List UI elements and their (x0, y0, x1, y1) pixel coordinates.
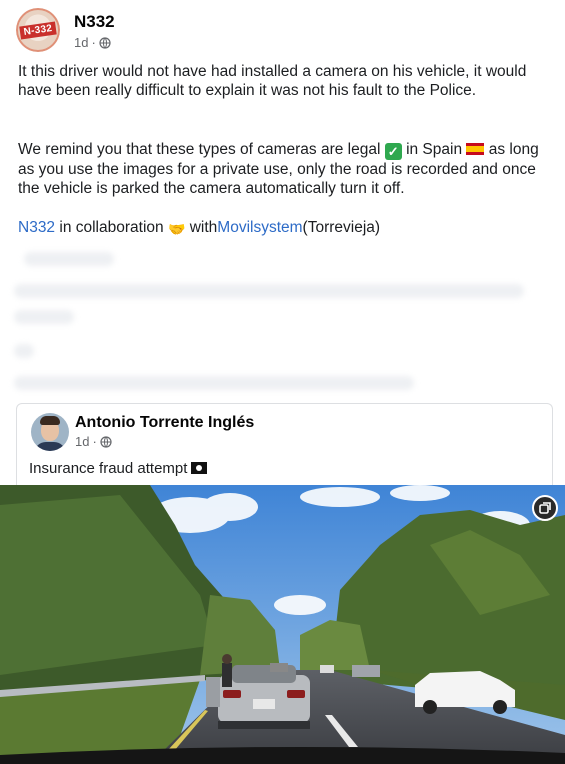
shared-author-name[interactable]: Antonio Torrente Inglés (75, 414, 254, 432)
spain-flag-emoji (466, 143, 485, 155)
avatar-shirt (34, 442, 66, 451)
meta-separator: · (91, 35, 96, 50)
page-name[interactable]: N332 (74, 12, 115, 32)
blurred-line (14, 344, 34, 358)
shared-meta: 1d · (75, 434, 112, 449)
post-paragraph-1: It this driver would not have had instal… (18, 63, 527, 99)
p2-text-b: in Spain (406, 141, 463, 158)
p3-place: (Torrevieja) (302, 219, 381, 236)
globe-icon (99, 36, 111, 49)
shared-text: Insurance fraud attempt (29, 460, 208, 477)
blurred-line (14, 284, 524, 298)
dashcam-scene (0, 485, 565, 764)
post-header: N-332 N332 1d · (16, 8, 316, 54)
pirate-flag-emoji (191, 462, 208, 474)
page-avatar[interactable]: N-332 (16, 8, 60, 52)
post-time[interactable]: 1d (74, 35, 88, 50)
shared-post-card[interactable]: Antonio Torrente Inglés 1d · Insurance f… (16, 403, 553, 485)
post-paragraph-2: We remind you that these types of camera… (18, 140, 553, 198)
dashcam-image[interactable] (0, 485, 565, 764)
blurred-line (24, 252, 114, 266)
expand-button[interactable] (532, 495, 558, 521)
avatar-hair (40, 416, 60, 425)
blurred-line (14, 376, 414, 390)
facebook-post: N-332 N332 1d · It this driver would not… (0, 0, 565, 764)
blurred-region (14, 248, 551, 398)
expand-icon (539, 502, 551, 514)
p3-text-with: with (189, 219, 218, 236)
shared-time[interactable]: 1d (75, 434, 89, 449)
p2-text-a: We remind you that these types of camera… (18, 141, 381, 158)
mention-n332[interactable]: N332 (18, 219, 55, 236)
post-meta: 1d · (74, 35, 111, 50)
check-mark-emoji: ✓ (384, 143, 402, 160)
blurred-line (14, 310, 74, 324)
handshake-emoji: 🤝 (167, 221, 186, 237)
shared-text-label: Insurance fraud attempt (29, 460, 188, 477)
globe-icon (100, 435, 112, 448)
meta-separator: · (92, 434, 97, 449)
p3-text-mid: in collaboration (59, 219, 164, 236)
mention-movilsystem[interactable]: Movilsystem (217, 219, 302, 236)
person-avatar[interactable] (31, 413, 69, 451)
post-paragraph-3: N332 in collaboration 🤝 withMovilsystem(… (18, 218, 553, 239)
